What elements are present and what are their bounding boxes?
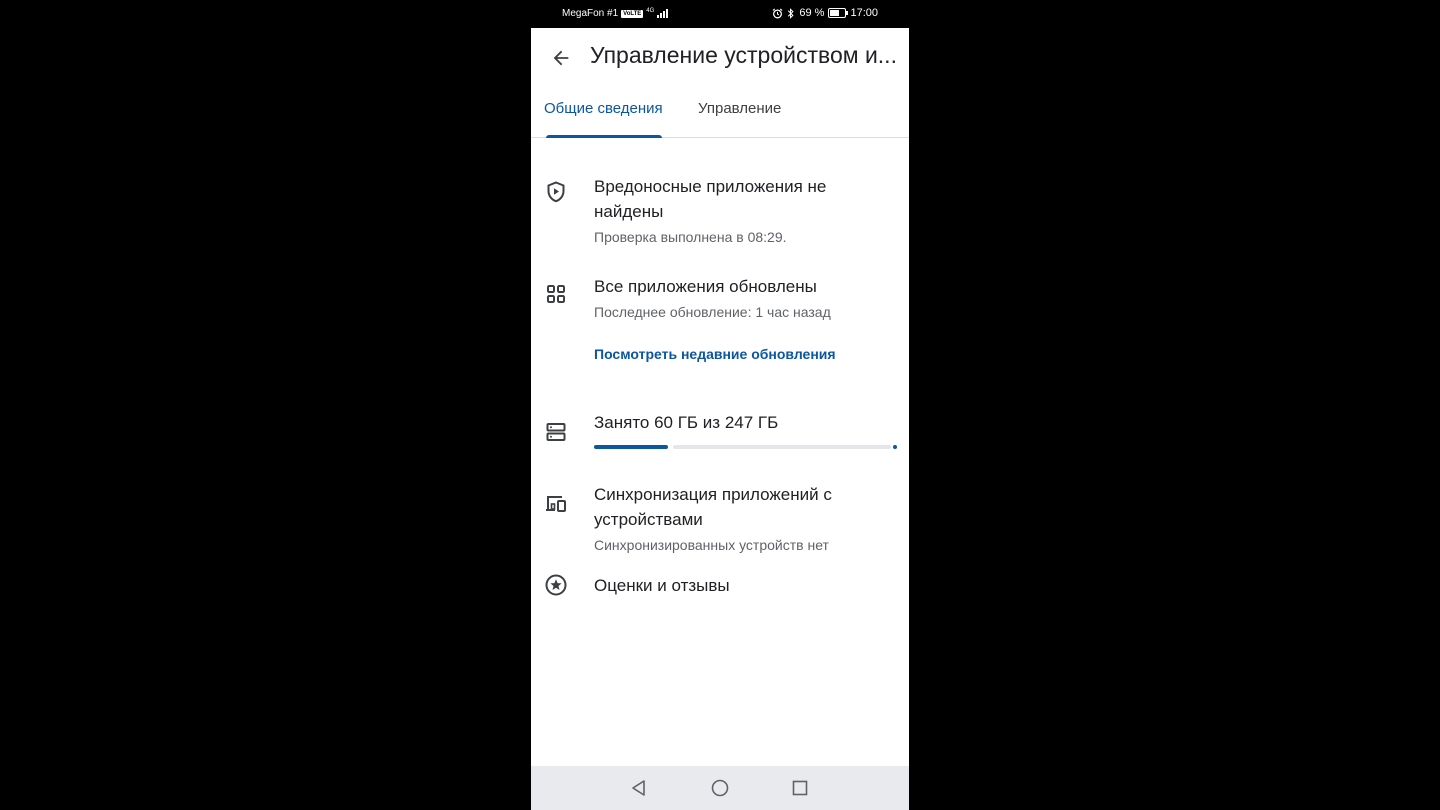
tab-manage[interactable]: Управление [698, 100, 781, 117]
carrier-name: MegaFon #1 [562, 8, 619, 19]
recent-updates-link[interactable]: Посмотреть недавние обновления [594, 346, 836, 362]
status-left: MegaFon #1 VoLTE 4G [562, 7, 669, 19]
ratings-text: Оценки и отзывы [594, 573, 894, 598]
updates-text: Все приложения обновлены Последнее обнов… [594, 274, 894, 323]
tab-overview[interactable]: Общие сведения [544, 100, 663, 117]
bluetooth-icon [788, 7, 794, 19]
malware-subtitle: Проверка выполнена в 08:29. [594, 229, 787, 245]
alarm-icon [772, 7, 783, 18]
updates-subtitle: Последнее обновление: 1 час назад [594, 304, 831, 320]
status-right: 69 % 17:00 [772, 7, 878, 19]
sync-subtitle: Синхронизированных устройств нет [594, 537, 829, 553]
system-nav-bar [531, 766, 909, 810]
tab-bar: Общие сведения Управление [531, 90, 909, 138]
storage-progress-fill [594, 445, 668, 449]
circle-home-icon [711, 779, 729, 797]
square-recents-icon [792, 780, 808, 796]
app-screen: Управление устройством и... Общие сведен… [531, 28, 909, 766]
storage-progress-track [673, 445, 891, 449]
battery-percent: 69 % [799, 7, 825, 19]
status-bar: MegaFon #1 VoLTE 4G 69 % 17:00 [531, 0, 909, 28]
battery-icon [828, 8, 849, 18]
updates-title: Все приложения обновлены [594, 277, 817, 296]
app-bar: Управление устройством и... [531, 28, 909, 88]
back-button[interactable] [547, 44, 575, 72]
storage-title: Занято 60 ГБ из 247 ГБ [594, 413, 779, 432]
nav-back-button[interactable] [629, 778, 649, 798]
malware-text: Вредоносные приложения не найдены Провер… [594, 174, 894, 248]
phone-screen: MegaFon #1 VoLTE 4G 69 % 17:00 Управлени… [531, 0, 909, 810]
volte-badge: VoLTE [621, 9, 644, 18]
nav-recents-button[interactable] [790, 778, 810, 798]
tab-indicator [546, 135, 662, 138]
sync-text: Синхронизация приложений с устройствами … [594, 482, 894, 556]
shield-play-icon [544, 180, 568, 204]
ratings-title: Оценки и отзывы [594, 576, 730, 595]
signal-icon [657, 9, 669, 18]
status-time: 17:00 [850, 7, 878, 19]
storage-progress-end [893, 445, 897, 449]
sync-title: Синхронизация приложений с устройствами [594, 485, 832, 529]
triangle-back-icon [632, 780, 645, 796]
page-title: Управление устройством и... [590, 42, 897, 68]
storage-icon [544, 420, 568, 444]
nav-home-button[interactable] [710, 778, 730, 798]
network-type: 4G [646, 7, 655, 14]
star-circle-icon [544, 573, 568, 597]
devices-icon [544, 492, 568, 516]
malware-title: Вредоносные приложения не найдены [594, 177, 827, 221]
arrow-back-icon [553, 50, 569, 66]
storage-text: Занято 60 ГБ из 247 ГБ [594, 410, 894, 435]
storage-progress-bar [594, 445, 897, 449]
apps-grid-icon [544, 282, 568, 306]
